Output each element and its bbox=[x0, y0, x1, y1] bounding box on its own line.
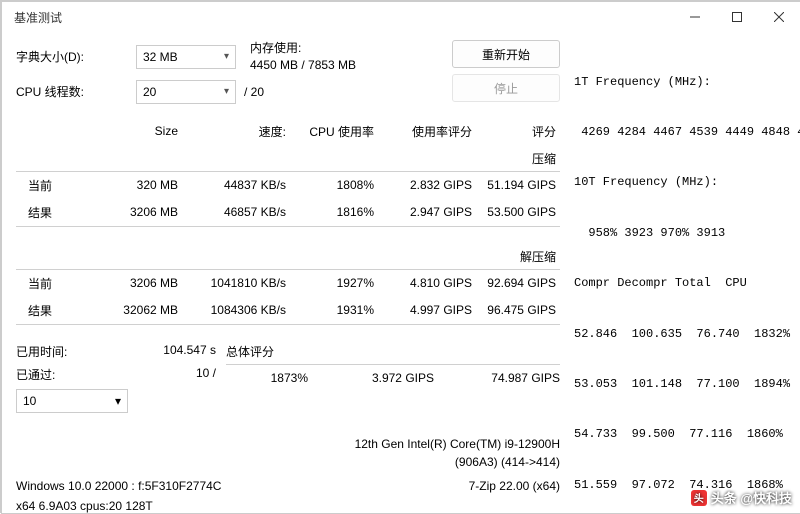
table-header-row: Size 速度: CPU 使用率 使用率评分 评分 bbox=[16, 118, 560, 145]
threads-value: 20 bbox=[143, 85, 156, 99]
table-row: 结果 32062 MB 1084306 KB/s 1931% 4.997 GIP… bbox=[16, 297, 560, 324]
freq-10t-values: 958% 3923 970% 3913 bbox=[574, 225, 786, 242]
cpu-info: 12th Gen Intel(R) Core(TM) i9-12900H (90… bbox=[16, 435, 560, 471]
passes-label: 已通过: bbox=[16, 366, 126, 383]
freq-10t-label: 10T Frequency (MHz): bbox=[574, 174, 786, 191]
section-decompress: 解压缩 bbox=[16, 243, 560, 270]
window-title: 基准测试 bbox=[14, 9, 62, 26]
maximize-button[interactable] bbox=[716, 2, 758, 32]
col-ru: 使用率评分 bbox=[378, 118, 476, 145]
col-size: Size bbox=[94, 118, 182, 145]
table-row: 当前 320 MB 44837 KB/s 1808% 2.832 GIPS 51… bbox=[16, 171, 560, 199]
freq-table-header: Compr Decompr Total CPU bbox=[574, 275, 786, 292]
minimize-icon bbox=[690, 12, 700, 22]
freq-1t-label: 1T Frequency (MHz): bbox=[574, 74, 786, 91]
threads-total: / 20 bbox=[244, 85, 264, 99]
dict-size-value: 32 MB bbox=[143, 50, 178, 64]
col-usage: CPU 使用率 bbox=[290, 118, 378, 145]
close-button[interactable] bbox=[758, 2, 800, 32]
results-table: Size 速度: CPU 使用率 使用率评分 评分 压缩 当前 320 MB 4… bbox=[16, 118, 560, 325]
elapsed-value: 104.547 s bbox=[126, 343, 216, 360]
mem-value: 4450 MB / 7853 MB bbox=[250, 57, 356, 74]
chevron-down-icon: ▾ bbox=[224, 86, 229, 97]
watermark: 头 头条 @快科技 bbox=[691, 488, 792, 507]
col-speed: 速度: bbox=[182, 118, 290, 145]
freq-row: 54.733 99.500 77.116 1860% bbox=[574, 426, 786, 443]
titlebar: 基准测试 bbox=[2, 2, 800, 32]
section-compress: 压缩 bbox=[16, 145, 560, 172]
passes-select[interactable]: 10 ▾ bbox=[16, 389, 128, 413]
left-pane: 字典大小(D): 32 MB ▾ 内存使用: 4450 MB / 7853 MB… bbox=[16, 40, 570, 514]
dict-size-label: 字典大小(D): bbox=[16, 48, 136, 65]
maximize-icon bbox=[732, 12, 742, 22]
threads-select[interactable]: 20 ▾ bbox=[136, 80, 236, 104]
close-icon bbox=[774, 12, 784, 22]
table-row: 结果 3206 MB 46857 KB/s 1816% 2.947 GIPS 5… bbox=[16, 199, 560, 226]
chevron-down-icon: ▾ bbox=[115, 394, 121, 408]
minimize-button[interactable] bbox=[674, 2, 716, 32]
frequency-panel: 1T Frequency (MHz): 4269 4284 4467 4539 … bbox=[570, 40, 786, 514]
logo-icon: 头 bbox=[691, 490, 707, 506]
app-info: 7-Zip 22.00 (x64) bbox=[469, 479, 560, 493]
total-rating-label: 总体评分 bbox=[226, 343, 560, 365]
threads-label: CPU 线程数: bbox=[16, 83, 136, 100]
chevron-down-icon: ▾ bbox=[224, 51, 229, 62]
passes-value: 10 / bbox=[126, 366, 216, 383]
mem-label: 内存使用: bbox=[250, 40, 356, 57]
memory-usage: 内存使用: 4450 MB / 7853 MB bbox=[250, 40, 356, 74]
freq-1t-values: 4269 4284 4467 4539 4449 4848 4887 bbox=[574, 124, 786, 141]
restart-button[interactable]: 重新开始 bbox=[452, 40, 560, 68]
summary-area: 已用时间: 104.547 s 已通过: 10 / 10 ▾ 总体评分 1873… bbox=[16, 343, 560, 413]
arch-info: x64 6.9A03 cpus:20 128T bbox=[16, 499, 560, 513]
total-rating-row: 1873% 3.972 GIPS 74.987 GIPS bbox=[226, 365, 560, 385]
cpu-id: (906A3) (414->414) bbox=[16, 453, 560, 471]
os-info: Windows 10.0 22000 : f:5F310F2774C bbox=[16, 479, 221, 493]
freq-row: 53.053 101.148 77.100 1894% bbox=[574, 376, 786, 393]
cpu-name: 12th Gen Intel(R) Core(TM) i9-12900H bbox=[16, 435, 560, 453]
stop-button[interactable]: 停止 bbox=[452, 74, 560, 102]
freq-row: 52.846 100.635 76.740 1832% bbox=[574, 326, 786, 343]
table-row: 当前 3206 MB 1041810 KB/s 1927% 4.810 GIPS… bbox=[16, 269, 560, 297]
col-rating: 评分 bbox=[476, 118, 560, 145]
passes-select-value: 10 bbox=[23, 394, 36, 408]
dict-size-select[interactable]: 32 MB ▾ bbox=[136, 45, 236, 69]
content-area: 字典大小(D): 32 MB ▾ 内存使用: 4450 MB / 7853 MB… bbox=[2, 32, 800, 514]
elapsed-label: 已用时间: bbox=[16, 343, 126, 360]
